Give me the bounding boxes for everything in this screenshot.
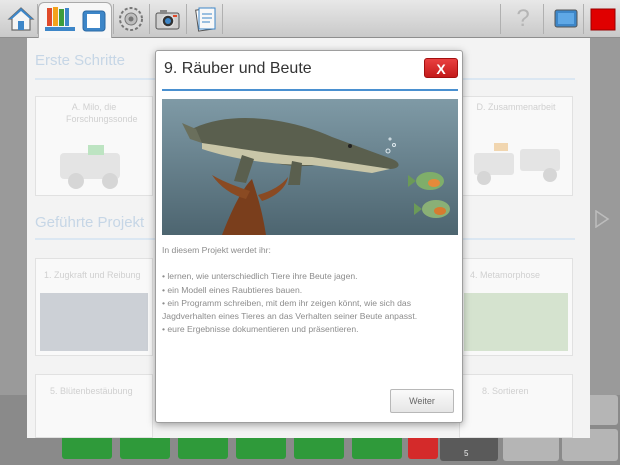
project-card-milo[interactable]: A. Milo, die Forschungssonde <box>35 96 153 196</box>
sensor-counter: 5 <box>464 449 469 458</box>
bullet-item: • ein Modell eines Raubtieres bauen. <box>162 284 303 295</box>
project-card-image <box>464 123 568 191</box>
tab-projects[interactable] <box>38 2 112 38</box>
project-card-image <box>464 293 568 351</box>
bullet-item: • ein Programm schreiben, mit dem ihr ze… <box>162 297 418 322</box>
dialog-description: In diesem Projekt werdet ihr: • lernen, … <box>162 244 458 337</box>
next-page-arrow-icon[interactable] <box>594 209 610 233</box>
home-icon[interactable] <box>6 4 36 34</box>
screen-icon[interactable] <box>551 4 581 34</box>
help-icon[interactable]: ? <box>508 4 538 34</box>
project-card-label: 5. Blütenbestäubung <box>50 386 133 396</box>
project-card-zusammenarbeit[interactable]: D. Zusammenarbeit <box>459 96 573 196</box>
project-card-sortieren[interactable]: 8. Sortieren <box>459 374 573 438</box>
project-card-label: 8. Sortieren <box>482 386 529 396</box>
crocodile-fish-image <box>162 99 458 235</box>
top-toolbar: ? <box>0 0 620 38</box>
project-dialog: 9. Räuber und Beute X In diesem Projekt … <box>155 50 463 423</box>
section-title-guided-projects: Geführte Projekt <box>35 214 145 231</box>
camera-icon[interactable] <box>152 4 182 34</box>
toolbar-separator <box>149 4 150 34</box>
project-card-label: D. Zusammenarbeit <box>476 102 556 112</box>
toolbar-separator <box>543 4 544 34</box>
bullet-item: • lernen, wie unterschiedlich Tiere ihre… <box>162 271 358 282</box>
projects-books-icon <box>45 7 106 32</box>
bullet-item: • eure Ergebnisse dokumentieren und präs… <box>162 324 359 335</box>
toolbar-separator <box>500 4 501 34</box>
next-button[interactable]: Weiter <box>390 389 454 413</box>
toolbar-separator <box>113 4 114 34</box>
project-card-label: 1. Zugkraft und Reibung <box>44 270 141 280</box>
project-card-metamorphose[interactable]: 4. Metamorphose <box>459 258 573 356</box>
dialog-title: 9. Räuber und Beute <box>164 60 312 77</box>
section-title-first-steps: Erste Schritte <box>35 52 126 69</box>
dialog-intro: In diesem Projekt werdet ihr: <box>162 245 271 255</box>
close-button[interactable]: X <box>424 58 458 78</box>
project-card-image <box>40 293 148 351</box>
toolbar-separator <box>583 4 584 34</box>
gear-icon[interactable] <box>116 4 146 34</box>
project-card-label: A. Milo, die Forschungssonde <box>66 102 138 124</box>
toolbar-separator <box>186 4 187 34</box>
project-card-image <box>40 123 148 191</box>
record-icon[interactable] <box>588 4 618 34</box>
project-card-label: 4. Metamorphose <box>470 270 541 280</box>
project-card-zugkraft[interactable]: 1. Zugkraft und Reibung <box>35 258 153 356</box>
toolbar-separator <box>222 4 223 34</box>
project-card-bluetenbestaeubung[interactable]: 5. Blütenbestäubung <box>35 374 153 438</box>
dialog-divider <box>162 89 458 91</box>
document-icon[interactable] <box>190 4 220 34</box>
